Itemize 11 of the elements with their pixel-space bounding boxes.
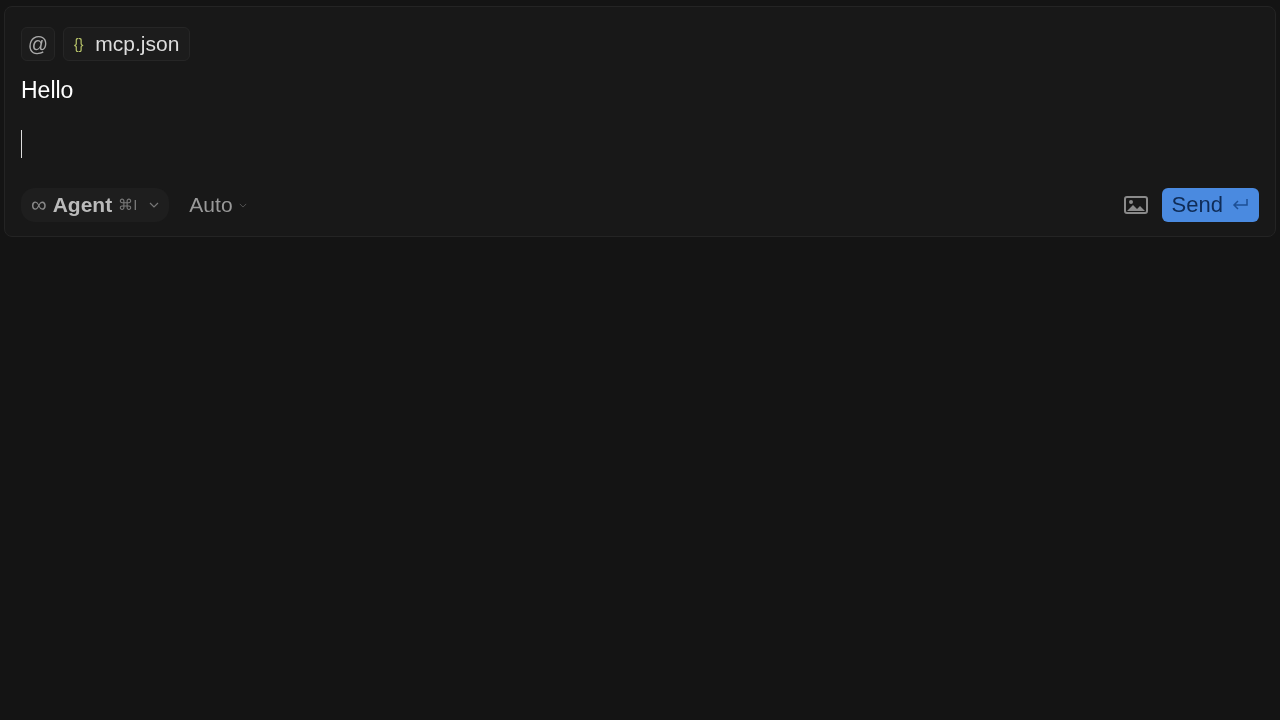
mode-selector[interactable]: ∞ Agent ⌘I	[21, 188, 170, 222]
file-chip[interactable]: {} mcp.json	[63, 27, 191, 61]
mention-button[interactable]: @	[21, 27, 55, 61]
chevron-down-icon	[149, 202, 160, 208]
message-text: Hello	[21, 77, 75, 104]
return-key-icon	[1231, 198, 1249, 212]
text-cursor	[21, 130, 22, 158]
model-selector[interactable]: Auto	[183, 192, 253, 218]
send-button[interactable]: Send	[1161, 188, 1259, 222]
image-icon[interactable]	[1123, 196, 1148, 214]
chevron-down-icon	[238, 202, 247, 208]
